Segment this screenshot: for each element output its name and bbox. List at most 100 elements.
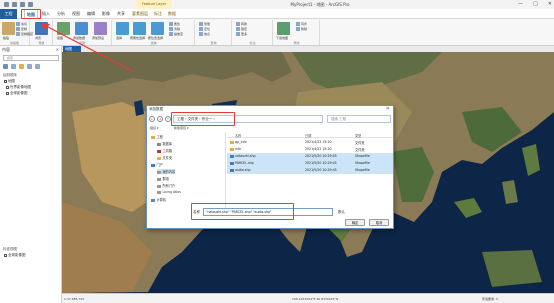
file-date: 2021/4/22 15:20 xyxy=(305,147,332,151)
close-button[interactable]: ✕ xyxy=(548,1,552,7)
locate-button[interactable]: 定位 xyxy=(199,27,210,31)
tree-item[interactable]: 工具箱 xyxy=(157,148,172,153)
tab-labeling[interactable]: 标注 xyxy=(152,9,164,19)
list-by-source-icon[interactable] xyxy=(11,64,16,69)
file-row[interactable]: info 2021/4/22 15:20 文件夹 xyxy=(227,146,393,153)
file-list: 名称 日期 类型 gp_info 2021/4/22 15:20 文件夹 info 20… xyxy=(227,132,393,210)
folder-icon xyxy=(157,149,161,153)
contents-title: 内容 xyxy=(2,47,10,52)
file-row[interactable]: audio.shp 2021/5/20 10:29:45 Shapefile xyxy=(227,167,393,174)
file-type-select[interactable]: 默认 xyxy=(335,208,391,216)
tree-item[interactable]: 群组 xyxy=(157,176,169,181)
organize-menu[interactable]: 组织 ▾ xyxy=(150,126,158,130)
checkbox-icon[interactable] xyxy=(4,253,7,257)
tree-item[interactable]: Living Atlas xyxy=(157,190,181,194)
tree-item[interactable]: 计算机 xyxy=(151,197,166,202)
layer-item-world-imagery[interactable]: 世界影像地图 xyxy=(6,85,31,90)
layer-item-global-imagery[interactable]: 全球影像图 xyxy=(6,91,28,96)
attributes-button[interactable]: 属性 xyxy=(169,22,180,26)
back-icon[interactable]: ← xyxy=(149,116,155,122)
column-type[interactable]: 类型 xyxy=(355,133,361,138)
file-type: Shapefile xyxy=(355,154,370,158)
new-item-menu[interactable]: 新建项目 ▾ xyxy=(174,126,188,130)
app-icon xyxy=(4,2,9,7)
cut-button[interactable]: 剪切 xyxy=(16,22,27,26)
file-row[interactable]: natouzhi.shp 2021/5/20 10:29:45 Shapefile xyxy=(227,153,393,160)
list-by-drawing-order-icon[interactable] xyxy=(3,64,8,69)
tree-item[interactable]: 门户 xyxy=(151,162,163,167)
dialog-toolbar: 组织 ▾ 新建项目 ▾ xyxy=(148,125,394,131)
file-name: PARCEL.shp xyxy=(235,161,254,165)
folder-icon xyxy=(157,177,161,181)
quick-access-toolbar xyxy=(4,1,33,8)
scale-readout[interactable]: 1:37,685,725 xyxy=(64,297,84,301)
paste-label: 粘贴 xyxy=(3,36,10,40)
file-row[interactable]: gp_info 2021/4/22 15:20 文件夹 xyxy=(227,139,393,146)
dialog-close-icon[interactable]: ✕ xyxy=(386,106,390,112)
column-date[interactable]: 日期 xyxy=(305,133,311,138)
file-date: 2021/5/20 10:29:45 xyxy=(305,168,337,172)
tree-item[interactable]: 我的内容 xyxy=(157,169,176,174)
dialog-title: 添加数据 xyxy=(149,107,163,111)
clipboard-group-label: 剪贴板 xyxy=(9,41,19,45)
column-name[interactable]: 名称 xyxy=(235,133,241,138)
checkbox-icon[interactable] xyxy=(6,85,9,89)
forward-icon[interactable]: → xyxy=(157,116,163,122)
standard-view-item[interactable]: 全球影像图 xyxy=(4,253,26,258)
copy-button[interactable]: 复制 xyxy=(16,27,27,31)
folder-icon xyxy=(157,184,161,188)
drawing-order-heading: 绘制顺序 xyxy=(3,73,17,77)
folder-icon xyxy=(157,142,161,146)
expand-icon xyxy=(4,79,7,83)
folder-icon xyxy=(151,135,155,139)
infographics-button[interactable]: 信息 xyxy=(199,32,210,36)
convert-button[interactable]: 转换 xyxy=(236,22,247,26)
folder-icon xyxy=(230,148,234,151)
cancel-button[interactable]: 取消 xyxy=(369,219,389,226)
tree-item-label: Living Atlas xyxy=(162,190,181,194)
remove-button[interactable]: 移除 xyxy=(296,27,307,31)
tree-item[interactable]: 数据库 xyxy=(157,141,172,146)
maximize-button[interactable]: □ xyxy=(533,1,538,7)
ok-button[interactable]: 确定 xyxy=(345,219,365,226)
zoom-to-button[interactable]: 缩放至 xyxy=(169,32,183,36)
add-data-dialog: 添加数据 ✕ ← → ↑ 工程 › 文件夹 › 作业一 › 搜索 工程 组织 ▾… xyxy=(146,105,394,229)
file-row[interactable]: PARCEL.shp 2021/5/20 10:29:45 Shapefile xyxy=(227,160,393,167)
more-button[interactable]: 更多 xyxy=(236,32,247,36)
sync-button[interactable]: 同步 xyxy=(296,22,307,26)
layer-item-map[interactable]: 地图 xyxy=(4,79,15,84)
list-by-selection-icon[interactable] xyxy=(19,64,24,69)
checkbox-icon[interactable] xyxy=(6,91,9,95)
tree-item[interactable]: 所有门户 xyxy=(157,183,175,188)
tree-item-label: 我的内容 xyxy=(162,170,176,174)
tab-project[interactable]: 工程 xyxy=(0,9,17,19)
tree-item[interactable]: 文件夹 xyxy=(157,155,172,160)
tree-item-label: 计算机 xyxy=(156,198,167,202)
tree-item-label: 工程 xyxy=(156,135,163,139)
select-by-location-icon[interactable] xyxy=(151,22,164,35)
highlight-box-file-name xyxy=(191,203,294,220)
measure-button[interactable]: 测量 xyxy=(199,22,210,26)
download-map-icon[interactable] xyxy=(277,22,290,35)
file-list-header: 名称 日期 类型 xyxy=(227,132,393,138)
tree-item-label: 工具箱 xyxy=(162,149,173,153)
tree-item-label: 群组 xyxy=(162,177,169,181)
file-name: natouzhi.shp xyxy=(235,154,256,158)
tree-item[interactable]: 工程 xyxy=(151,134,163,139)
window-controls: — □ ✕ xyxy=(518,1,552,7)
dialog-search-input[interactable]: 搜索 工程 xyxy=(327,115,391,123)
inquiry-group-label: 查询 xyxy=(210,41,217,45)
minimize-button[interactable]: — xyxy=(518,1,523,7)
folder-icon xyxy=(157,156,161,160)
undo-icon[interactable] xyxy=(20,2,25,7)
download-map-label: 下载地图 xyxy=(276,36,289,40)
redo-icon[interactable] xyxy=(28,2,33,7)
paste-icon[interactable] xyxy=(2,22,15,35)
save-icon[interactable] xyxy=(12,2,17,7)
tab-data[interactable]: 数据 xyxy=(166,9,178,19)
tree-item-label: 所有门户 xyxy=(162,184,176,188)
clear-button[interactable]: 清除 xyxy=(169,27,180,31)
folder-icon xyxy=(157,170,161,174)
contents-pane: 内容 ✕ 搜索 绘制顺序 地图 世界影像地图 全球影像图 标准视图 全球影像图 xyxy=(0,46,62,303)
lock-button[interactable]: 锁定 xyxy=(236,27,247,31)
